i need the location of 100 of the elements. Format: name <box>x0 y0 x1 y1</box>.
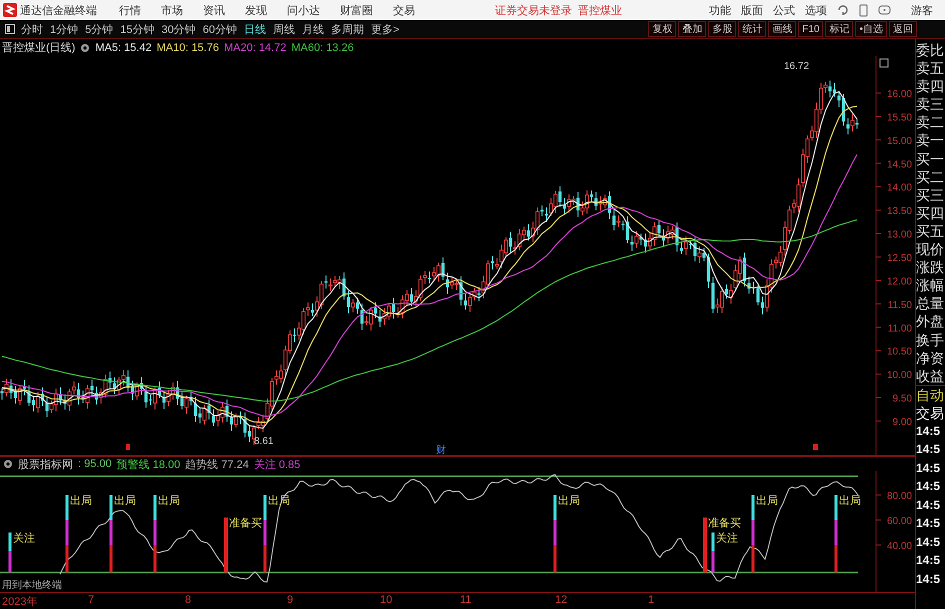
tool-button[interactable]: 返回 <box>889 21 917 37</box>
signal-label: 出局 <box>158 495 180 507</box>
date-axis-label: 10 <box>380 594 392 606</box>
date-axis-label: 9 <box>287 594 294 606</box>
price-axis-label: 12.50 <box>886 253 912 264</box>
trade-time: 14:5 <box>916 552 942 570</box>
price-axis-label: 9.00 <box>892 417 912 428</box>
settings-icon[interactable] <box>80 42 90 52</box>
quote-field-label: 涨跌 <box>916 258 945 276</box>
trade-time: 14:5 <box>916 570 942 588</box>
menu-item[interactable]: 财富圈 <box>340 2 373 18</box>
price-axis-label: 9.50 <box>892 394 912 405</box>
indicator-name: 股票指标网 <box>18 458 73 472</box>
menu-item[interactable]: 交易 <box>393 2 415 18</box>
menu-item[interactable]: 问小达 <box>287 2 320 18</box>
low-price-label: 8.61 <box>254 436 274 447</box>
tool-button[interactable]: 统计 <box>738 21 766 37</box>
signal-label: 准备买 <box>708 518 741 530</box>
date-axis-label: 12 <box>555 594 568 606</box>
user-label[interactable]: 游客 <box>911 2 933 18</box>
refresh-icon[interactable] <box>837 4 849 16</box>
quote-field-label[interactable]: 交易 <box>916 404 945 422</box>
price-axis-label: 16.00 <box>886 89 912 100</box>
app-logo-icon <box>3 3 17 17</box>
period-tab[interactable]: 日线 <box>244 22 266 36</box>
period-tab[interactable]: 分时 <box>21 22 43 36</box>
tool-button[interactable]: 画线 <box>768 21 796 37</box>
signal-label: 出局 <box>756 495 778 507</box>
period-tab[interactable]: 多周期 <box>331 22 364 36</box>
price-axis-label: 13.50 <box>886 206 912 218</box>
trade-time: 14:5 <box>916 478 942 496</box>
price-axis-label: 15.00 <box>886 136 912 147</box>
signal-label: 关注 <box>13 532 35 544</box>
indicator-note: 用到本地终端 <box>2 580 62 591</box>
tool-button[interactable]: F10 <box>798 21 824 37</box>
indicator-reading: 预警线 18.00 <box>116 458 180 472</box>
period-tab[interactable]: 1分钟 <box>50 22 78 36</box>
menu-item[interactable]: 发现 <box>245 2 267 18</box>
quote-field-label: 买二 <box>916 168 945 186</box>
quote-field-label: 委比 <box>916 41 945 60</box>
indicator-axis-label: 60.00 <box>886 516 912 527</box>
phone-icon[interactable] <box>859 4 868 16</box>
period-tab[interactable]: 30分钟 <box>162 22 196 36</box>
period-tab[interactable]: 周线 <box>273 22 295 36</box>
menu-item[interactable]: 资讯 <box>203 2 225 18</box>
price-axis-label: 14.50 <box>886 159 912 170</box>
quote-field-label: 卖四 <box>916 77 945 96</box>
event-marker[interactable]: 财 <box>436 445 446 456</box>
login-notice: 证券交易未登录 <box>495 4 572 18</box>
signal-label: 出局 <box>70 495 92 507</box>
quote-field-label: 卖三 <box>916 95 945 114</box>
event-marker-icon[interactable] <box>813 444 818 450</box>
quote-field-label: 卖五 <box>916 59 945 78</box>
menu-item[interactable]: 选项 <box>805 2 827 18</box>
chart-title: 晋控煤业(日线) <box>2 41 76 55</box>
trade-time: 14:5 <box>916 422 942 440</box>
event-marker-icon[interactable] <box>126 444 130 450</box>
quote-field-label: 卖一 <box>916 131 945 150</box>
trade-time: 14:5 <box>916 460 942 477</box>
menu-item[interactable]: 市场 <box>161 2 183 18</box>
signal-bar <box>224 518 228 572</box>
period-tab[interactable]: 更多> <box>371 22 400 36</box>
date-axis-label: 11 <box>460 594 472 606</box>
signal-bar <box>703 518 707 572</box>
moving-average-reading: MA60: 13.26 <box>291 42 354 54</box>
price-axis-label: 11.00 <box>888 323 912 334</box>
period-tab[interactable]: 15分钟 <box>120 22 154 36</box>
stock-name-label: 晋控煤业 <box>578 4 622 18</box>
date-axis-label: 1 <box>648 594 654 606</box>
quote-field-label: 净资 <box>916 348 945 367</box>
tool-button[interactable]: 多股 <box>708 21 736 37</box>
tool-button[interactable]: 复权 <box>648 21 676 37</box>
period-tab[interactable]: 5分钟 <box>85 22 114 36</box>
quote-field-label[interactable]: 自动 <box>916 384 945 404</box>
tool-button[interactable]: 叠加 <box>678 21 706 37</box>
menu-item[interactable]: 公式 <box>773 2 795 18</box>
high-price-label: 16.72 <box>784 61 810 72</box>
menu-item[interactable]: 版面 <box>741 2 763 18</box>
trade-time: 14:5 <box>916 441 942 458</box>
panel-toggle-icon[interactable] <box>5 24 15 34</box>
panel-toggle-icon[interactable] <box>880 58 888 68</box>
settings-icon[interactable] <box>3 459 13 469</box>
trade-time: 14:5 <box>916 515 942 532</box>
menu-item[interactable]: 行情 <box>119 2 141 18</box>
tool-button[interactable]: 标记 <box>825 21 854 37</box>
tool-button[interactable]: •自选 <box>855 21 887 37</box>
indicator-axis-label: 40.00 <box>886 541 912 552</box>
moving-average-reading: MA20: 14.72 <box>224 42 286 54</box>
signal-label: 关注 <box>716 532 738 544</box>
quote-field-label: 外盘 <box>916 312 945 330</box>
quote-field-label: 现价 <box>916 240 945 258</box>
message-icon[interactable] <box>878 5 891 15</box>
date-axis-label: 8 <box>185 594 192 606</box>
period-tab[interactable]: 60分钟 <box>202 22 237 36</box>
price-axis-label: 10.50 <box>886 346 912 358</box>
date-axis-label: 7 <box>88 594 94 606</box>
moving-average-reading: MA5: 15.42 <box>95 42 152 54</box>
menu-item[interactable]: 功能 <box>709 2 731 18</box>
period-tab[interactable]: 月线 <box>302 22 324 36</box>
signal-label: 出局 <box>114 495 136 507</box>
